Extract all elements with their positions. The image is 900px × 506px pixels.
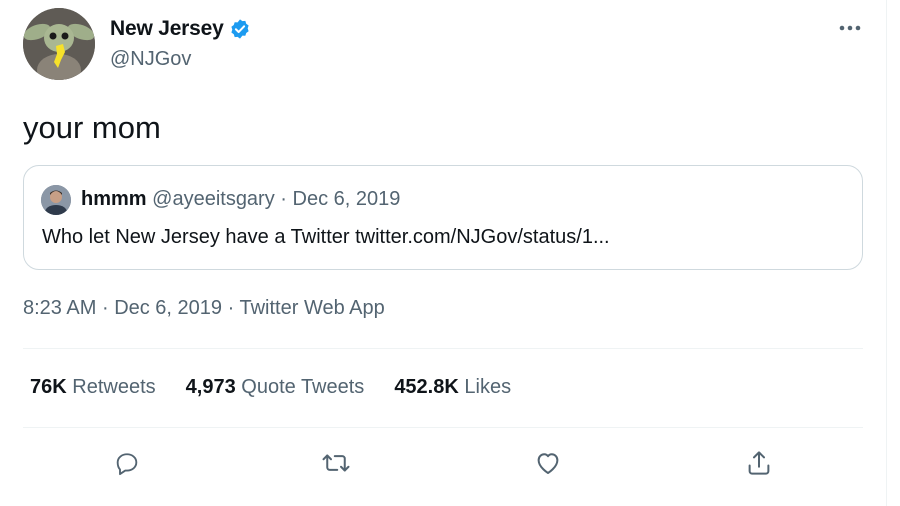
quote-date: Dec 6, 2019 bbox=[292, 188, 401, 210]
column-border bbox=[886, 0, 887, 506]
quote-author-handle: @ayeeitsgary bbox=[152, 188, 275, 210]
quote-header: hmmm @ayeeitsgary · Dec 6, 2019 bbox=[81, 188, 400, 211]
verified-badge-icon bbox=[229, 18, 251, 40]
tweet-actions bbox=[23, 443, 863, 483]
tweet-text: your mom bbox=[23, 110, 161, 145]
reply-button[interactable] bbox=[107, 443, 147, 483]
author-name[interactable]: New Jersey bbox=[110, 17, 224, 41]
likes-stat[interactable]: 452.8K Likes bbox=[394, 376, 511, 399]
retweets-count: 76K bbox=[30, 376, 67, 398]
quote-text: Who let New Jersey have a Twitter twitte… bbox=[42, 226, 610, 248]
author-handle[interactable]: @NJGov bbox=[110, 48, 191, 71]
likes-label: Likes bbox=[464, 376, 512, 398]
retweet-button[interactable] bbox=[316, 443, 356, 483]
quote-author-avatar bbox=[41, 185, 71, 215]
reply-icon bbox=[116, 453, 138, 476]
quote-tweets-stat[interactable]: 4,973 Quote Tweets bbox=[186, 376, 365, 399]
tweet-time[interactable]: 8:23 AM bbox=[23, 297, 96, 319]
author-avatar[interactable] bbox=[23, 8, 95, 80]
tweet-stats: 76K Retweets 4,973 Quote Tweets 452.8K L… bbox=[30, 376, 541, 399]
retweets-stat[interactable]: 76K Retweets bbox=[30, 376, 156, 399]
tweet-date[interactable]: Dec 6, 2019 bbox=[114, 297, 222, 319]
timestamp-separator: · bbox=[227, 297, 235, 319]
avatar-image bbox=[23, 8, 95, 80]
quoted-tweet-card[interactable]: hmmm @ayeeitsgary · Dec 6, 2019 Who let … bbox=[23, 165, 863, 270]
share-icon bbox=[748, 451, 770, 475]
divider bbox=[23, 348, 863, 349]
share-button[interactable] bbox=[739, 443, 779, 483]
tweet-source[interactable]: Twitter Web App bbox=[239, 297, 384, 319]
quote-tweets-label: Quote Tweets bbox=[241, 376, 365, 398]
heart-icon bbox=[537, 453, 559, 474]
quote-author-name: hmmm bbox=[81, 188, 147, 210]
quote-separator: · bbox=[280, 188, 287, 210]
more-icon bbox=[839, 25, 861, 31]
timestamp-separator: · bbox=[101, 297, 109, 319]
retweets-label: Retweets bbox=[72, 376, 156, 398]
divider bbox=[23, 427, 863, 428]
like-button[interactable] bbox=[528, 443, 568, 483]
retweet-icon bbox=[322, 454, 350, 472]
likes-count: 452.8K bbox=[394, 376, 459, 398]
tweet-timestamp-row: 8:23 AM · Dec 6, 2019 · Twitter Web App bbox=[23, 297, 385, 320]
more-button[interactable] bbox=[834, 12, 866, 44]
author-name-row[interactable]: New Jersey bbox=[110, 15, 251, 43]
quote-tweets-count: 4,973 bbox=[185, 376, 236, 398]
